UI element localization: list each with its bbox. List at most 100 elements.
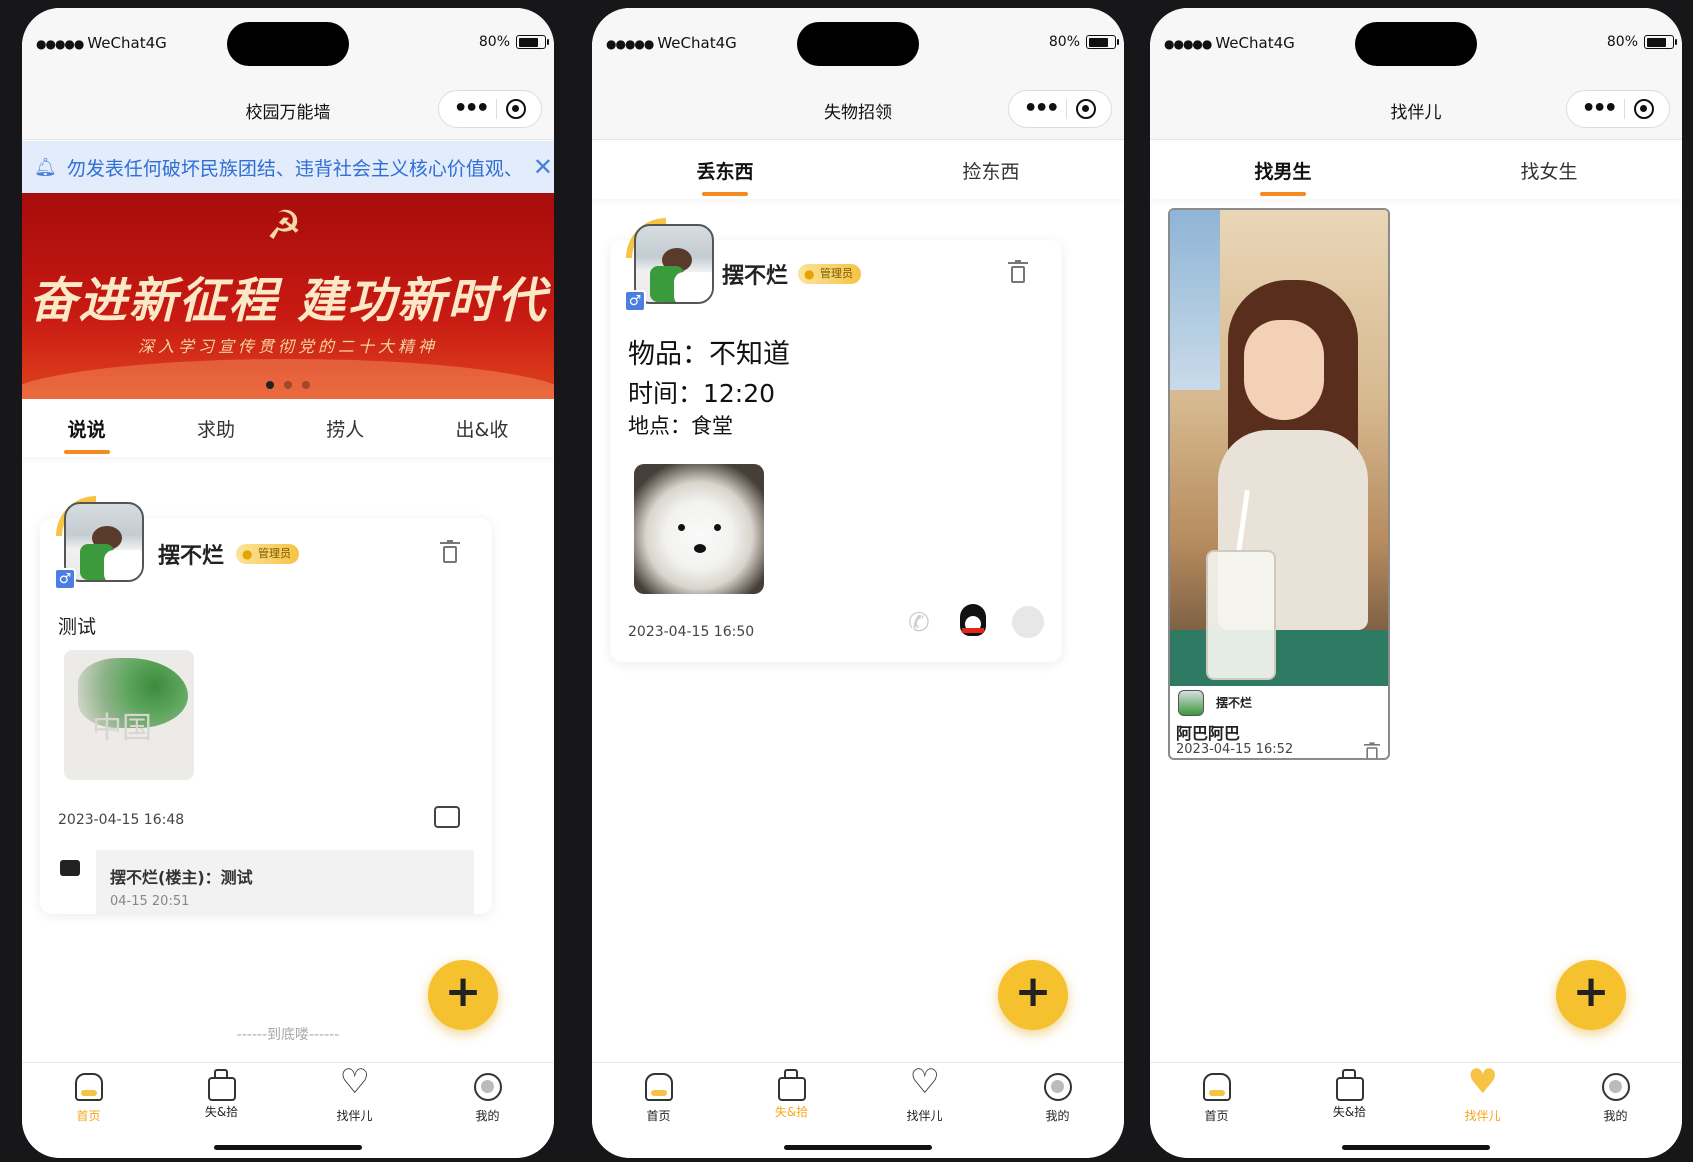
nav-bar: 校园万能墙 ••• [22, 78, 554, 140]
banner-title: 奋进新征程 建功新时代 [28, 273, 548, 329]
profile-icon [473, 1073, 502, 1101]
notice-bar: 🔔︎ 勿发表任何破坏民族团结、违背社会主义核心价值观、 ✕ [22, 141, 554, 193]
tab-find-boy[interactable]: 找男生 [1250, 151, 1315, 196]
tab-trade[interactable]: 出&收 [452, 409, 513, 448]
post-time: 2023-04-15 16:52 [1176, 742, 1294, 757]
username: 摆不烂 [158, 544, 225, 569]
home-icon [1202, 1073, 1231, 1101]
more-icon[interactable]: ••• [454, 98, 490, 120]
home-indicator [214, 1145, 362, 1150]
partner-photo[interactable] [1170, 210, 1388, 686]
male-icon: ♂ [54, 568, 76, 590]
map-image-text: 中国 [92, 711, 152, 746]
bottom-tab-bar: 首页 失&拾 找伴儿 我的 [22, 1062, 554, 1158]
carrier: ●●●●● WeChat4G [36, 34, 167, 52]
tab-find-person[interactable]: 捞人 [322, 409, 368, 448]
profile-icon [1043, 1073, 1072, 1101]
tab-lost[interactable]: 丢东西 [692, 151, 757, 196]
mini-program-capsule[interactable]: ••• [1566, 90, 1670, 128]
heart-icon [1468, 1065, 1498, 1101]
tab-find-girl[interactable]: 找女生 [1516, 151, 1581, 190]
avatar[interactable]: ♂ [624, 218, 714, 312]
mini-program-capsule[interactable]: ••• [1008, 90, 1112, 128]
post-time: 2023-04-15 16:50 [628, 624, 755, 640]
reply-time: 04-15 20:51 [110, 894, 190, 909]
close-icon[interactable]: ✕ [533, 153, 553, 181]
reply-icon [60, 860, 80, 876]
category-tabs: 说说 求助 捞人 出&收 [22, 399, 554, 457]
item-time: 时间：12:20 [628, 379, 776, 408]
reply-item[interactable]: 摆不烂(楼主)：测试 04-15 20:51 [96, 850, 474, 916]
carousel-indicator [22, 381, 554, 389]
avatar[interactable] [1178, 690, 1204, 716]
banner-carousel[interactable]: ☭ 奋进新征程 建功新时代 深入学习宣传贯彻党的二十大精神 [22, 193, 554, 399]
bottom-tab-bar: 首页 失&拾 找伴儿 我的 [592, 1062, 1124, 1158]
tab-shuoshuo[interactable]: 说说 [63, 409, 110, 454]
home-icon [74, 1073, 103, 1101]
lost-found-tabs: 丢东西 捡东西 [592, 141, 1124, 199]
add-post-button[interactable]: + [1556, 960, 1626, 1030]
carrier: ●●●●● WeChat4G [1164, 34, 1295, 52]
add-post-button[interactable]: + [998, 960, 1068, 1030]
bag-icon [207, 1069, 236, 1101]
tabbar-me[interactable]: 我的 [1018, 1073, 1098, 1158]
close-miniprogram-icon[interactable] [1634, 99, 1655, 119]
phone-screen-home: ●●●●● WeChat4G 80% 校园万能墙 ••• 🔔︎ 勿发表任何破坏民族… [22, 8, 554, 1158]
item-place: 地点：食堂 [628, 414, 733, 438]
tabbar-home[interactable]: 首页 [49, 1073, 129, 1158]
wechat-icon[interactable] [1012, 606, 1044, 638]
comment-icon[interactable] [434, 806, 460, 828]
admin-badge: 管理员 [798, 264, 861, 284]
tab-found[interactable]: 捡东西 [958, 151, 1023, 190]
avatar[interactable]: ♂ [54, 496, 144, 590]
phone-icon[interactable]: ✆ [908, 608, 930, 638]
carrier: ●●●●● WeChat4G [606, 34, 737, 52]
battery-icon [516, 35, 549, 49]
tab-help[interactable]: 求助 [193, 409, 239, 448]
nav-bar: 失物招领 ••• [592, 78, 1124, 140]
username: 摆不烂 [1216, 696, 1253, 710]
phone-screen-lost-found: ●●●●● WeChat4G 80% 失物招领 ••• 丢东西 捡东西 ♂ 摆不烂… [592, 8, 1124, 1158]
notice-text: 勿发表任何破坏民族团结、违背社会主义核心价值观、 [66, 157, 523, 180]
battery-status: 80% [1607, 34, 1677, 50]
post-card[interactable]: ♂ 摆不烂 管理员 测试 中国 2023-04-15 16:48 摆不烂(楼主)… [40, 496, 492, 916]
battery-icon [1086, 35, 1119, 49]
delete-icon[interactable] [440, 540, 460, 564]
item-image[interactable] [634, 464, 764, 594]
bell-icon: 🔔︎ [34, 156, 57, 178]
more-icon[interactable]: ••• [1024, 98, 1060, 120]
battery-status: 80% [1049, 34, 1119, 50]
bag-icon [1335, 1069, 1364, 1101]
heart-icon [910, 1065, 940, 1101]
dynamic-island [797, 22, 919, 66]
qq-icon[interactable] [960, 604, 986, 636]
home-indicator [784, 1145, 932, 1150]
nav-bar: 找伴儿 ••• [1150, 78, 1682, 140]
delete-icon[interactable] [1364, 742, 1380, 758]
add-post-button[interactable]: + [428, 960, 498, 1030]
tabbar-me[interactable]: 我的 [1576, 1073, 1656, 1158]
partner-card[interactable]: 摆不烂 阿巴阿巴 2023-04-15 16:52 [1168, 208, 1390, 760]
bag-icon [777, 1069, 806, 1101]
post-time: 2023-04-15 16:48 [58, 812, 185, 828]
dynamic-island [1355, 22, 1477, 66]
lost-item-card[interactable]: ♂ 摆不烂 管理员 物品：不知道 时间：12:20 地点：食堂 2023-04-… [610, 218, 1062, 662]
phone-screen-partner: ●●●●● WeChat4G 80% 找伴儿 ••• 找男生 找女生 摆不烂 阿巴… [1150, 8, 1682, 1158]
tabbar-home[interactable]: 首页 [1177, 1073, 1257, 1158]
end-of-list: ------到底喽------ [236, 1027, 340, 1043]
mini-program-capsule[interactable]: ••• [438, 90, 542, 128]
close-miniprogram-icon[interactable] [1076, 99, 1097, 119]
username: 摆不烂 [722, 264, 789, 289]
banner-subtitle: 深入学习宣传贯彻党的二十大精神 [137, 337, 438, 356]
more-icon[interactable]: ••• [1582, 98, 1618, 120]
heart-icon [340, 1065, 370, 1101]
item-name: 物品：不知道 [628, 339, 790, 370]
close-miniprogram-icon[interactable] [506, 99, 527, 119]
delete-icon[interactable] [1008, 260, 1028, 284]
party-emblem-icon: ☭ [266, 203, 302, 249]
tabbar-me[interactable]: 我的 [448, 1073, 528, 1158]
tabbar-home[interactable]: 首页 [619, 1073, 699, 1158]
partner-tabs: 找男生 找女生 [1150, 141, 1682, 199]
admin-badge: 管理员 [236, 544, 299, 564]
post-image[interactable]: 中国 [64, 650, 194, 780]
